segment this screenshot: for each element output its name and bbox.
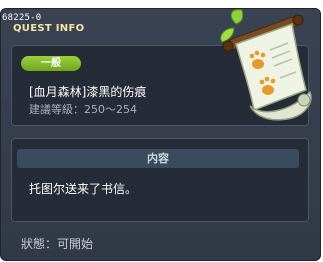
content-text: 托图尔送来了书信。 — [29, 182, 138, 196]
quest-level-requirement: 建議等級：250～254 — [29, 103, 137, 116]
quest-category-badge: 一般 — [21, 56, 81, 71]
content-header: 内容 — [17, 149, 299, 168]
quest-name: [血月森林]漆黑的伤痕 — [29, 85, 147, 99]
quest-status: 狀態：可開始 — [21, 237, 94, 251]
window-title: QUEST INFO — [13, 23, 85, 34]
scroll-icon — [220, 9, 312, 121]
quest-id: 68225-0 — [2, 13, 42, 23]
